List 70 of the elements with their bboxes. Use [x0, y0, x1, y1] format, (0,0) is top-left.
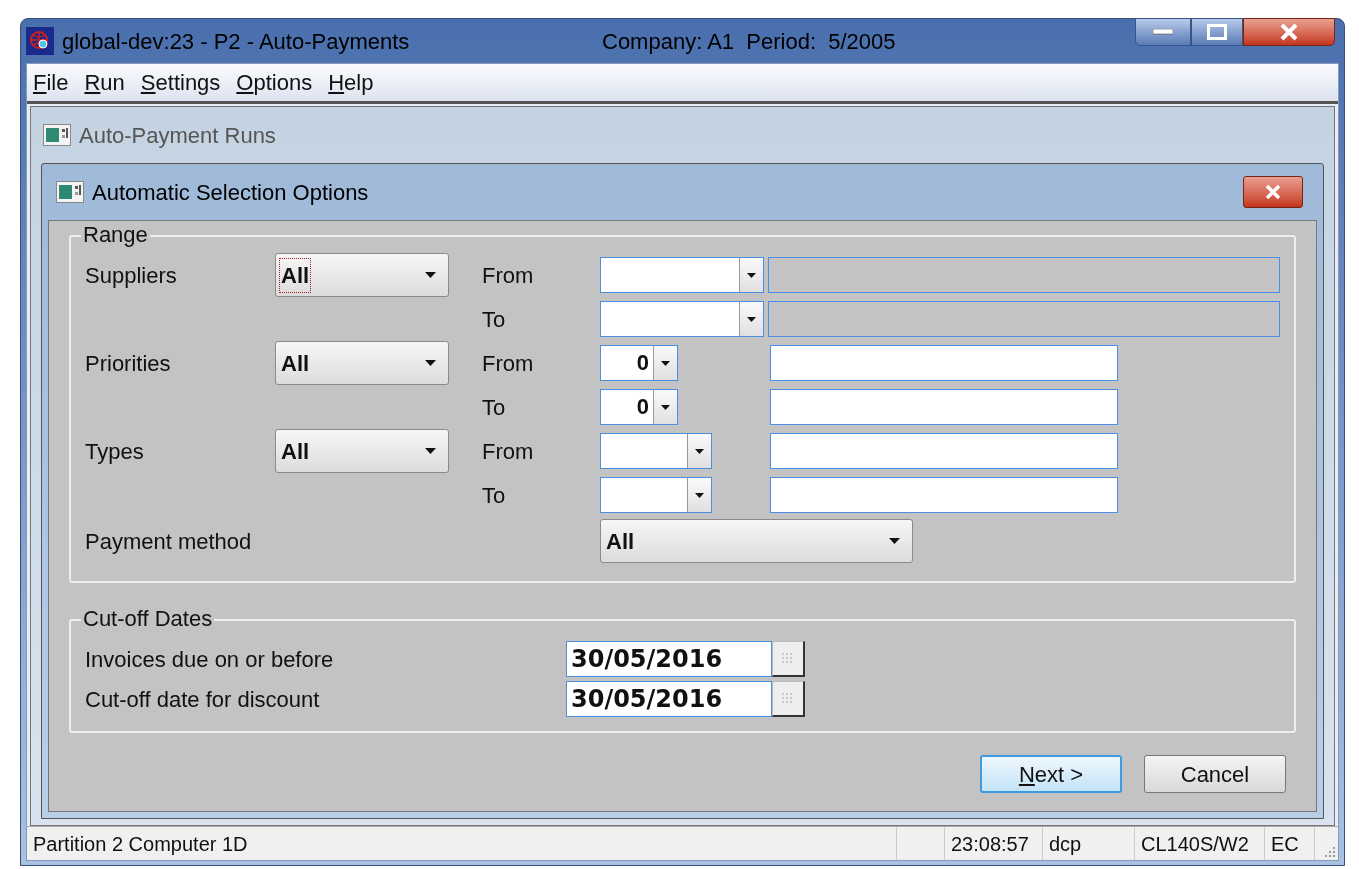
maximize-button[interactable]	[1191, 18, 1243, 46]
form-icon	[56, 181, 84, 203]
date-field[interactable]: 30/05/2016	[566, 681, 772, 717]
field-label: To	[482, 305, 506, 334]
company-period-label: Company: A1 Period: 5/2005	[602, 27, 896, 56]
menu-item[interactable]: Settings	[140, 66, 221, 99]
field-label: Cut-off date for discount	[85, 685, 321, 714]
caret-icon	[889, 538, 900, 544]
dropdown[interactable]: All	[275, 253, 449, 297]
dialog-title: Automatic Selection Options	[92, 178, 370, 207]
combo-field[interactable]	[600, 257, 764, 293]
minimize-button[interactable]	[1135, 18, 1191, 46]
description-field[interactable]	[770, 389, 1118, 425]
close-button[interactable]	[1243, 18, 1335, 46]
combo-field[interactable]: 0	[600, 389, 678, 425]
field-label: From	[482, 349, 534, 378]
caret-icon	[661, 360, 670, 366]
status-text: CL140S/W2	[1141, 831, 1249, 857]
dialog-button[interactable]: Next >	[980, 755, 1122, 793]
field-label: Invoices due on or before	[85, 645, 335, 674]
status-text: EC	[1271, 831, 1299, 857]
dropdown[interactable]: All	[275, 429, 449, 473]
combo-field[interactable]	[600, 433, 712, 469]
caret-icon	[747, 272, 756, 278]
calendar-icon	[782, 652, 794, 665]
dropdown[interactable]: All	[600, 519, 913, 563]
field-label: From	[482, 261, 534, 290]
field-label: To	[482, 393, 506, 422]
combo-field[interactable]	[600, 477, 712, 513]
caret-icon	[425, 272, 436, 278]
caret-icon	[661, 404, 670, 410]
caret-icon	[695, 492, 704, 498]
close-icon	[1264, 184, 1282, 200]
field-label: From	[482, 437, 534, 466]
menu-item[interactable]: File	[33, 66, 69, 99]
menu-item[interactable]: Help	[328, 66, 374, 99]
resize-grip-icon	[1324, 846, 1336, 858]
form-icon	[43, 124, 71, 146]
calendar-icon	[782, 692, 794, 705]
close-icon	[1279, 23, 1299, 41]
caret-icon	[695, 448, 704, 454]
field-label: To	[482, 481, 506, 510]
dialog-button[interactable]: Cancel	[1144, 755, 1286, 793]
caret-icon	[747, 316, 756, 322]
status-text: Partition 2 Computer 1D	[33, 831, 248, 857]
dropdown[interactable]: All	[275, 341, 449, 385]
calendar-button[interactable]	[772, 681, 805, 717]
maximize-icon	[1207, 24, 1227, 40]
status-text: 23:08:57	[951, 831, 1029, 857]
description-field[interactable]	[770, 433, 1118, 469]
caret-icon	[425, 448, 436, 454]
field-label: Priorities	[85, 349, 171, 378]
close-button[interactable]	[1243, 176, 1303, 208]
panel-title: Auto-Payment Runs	[79, 121, 276, 150]
minimize-icon	[1153, 29, 1173, 35]
description-field[interactable]	[770, 477, 1118, 513]
field-label: Payment method	[85, 527, 253, 556]
field-label: Types	[85, 437, 144, 466]
combo-field[interactable]	[600, 301, 764, 337]
menu-item[interactable]: Run	[84, 66, 125, 99]
caret-icon	[425, 360, 436, 366]
menu-item[interactable]: Options	[236, 66, 313, 99]
app-icon	[26, 27, 54, 55]
description-field[interactable]	[770, 345, 1118, 381]
calendar-button[interactable]	[772, 641, 805, 677]
combo-field[interactable]: 0	[600, 345, 678, 381]
field-label: Suppliers	[85, 261, 177, 290]
date-field[interactable]: 30/05/2016	[566, 641, 772, 677]
status-text: dcp	[1049, 831, 1082, 857]
window-title: global-dev:23 - P2 - Auto-Payments	[62, 27, 411, 56]
